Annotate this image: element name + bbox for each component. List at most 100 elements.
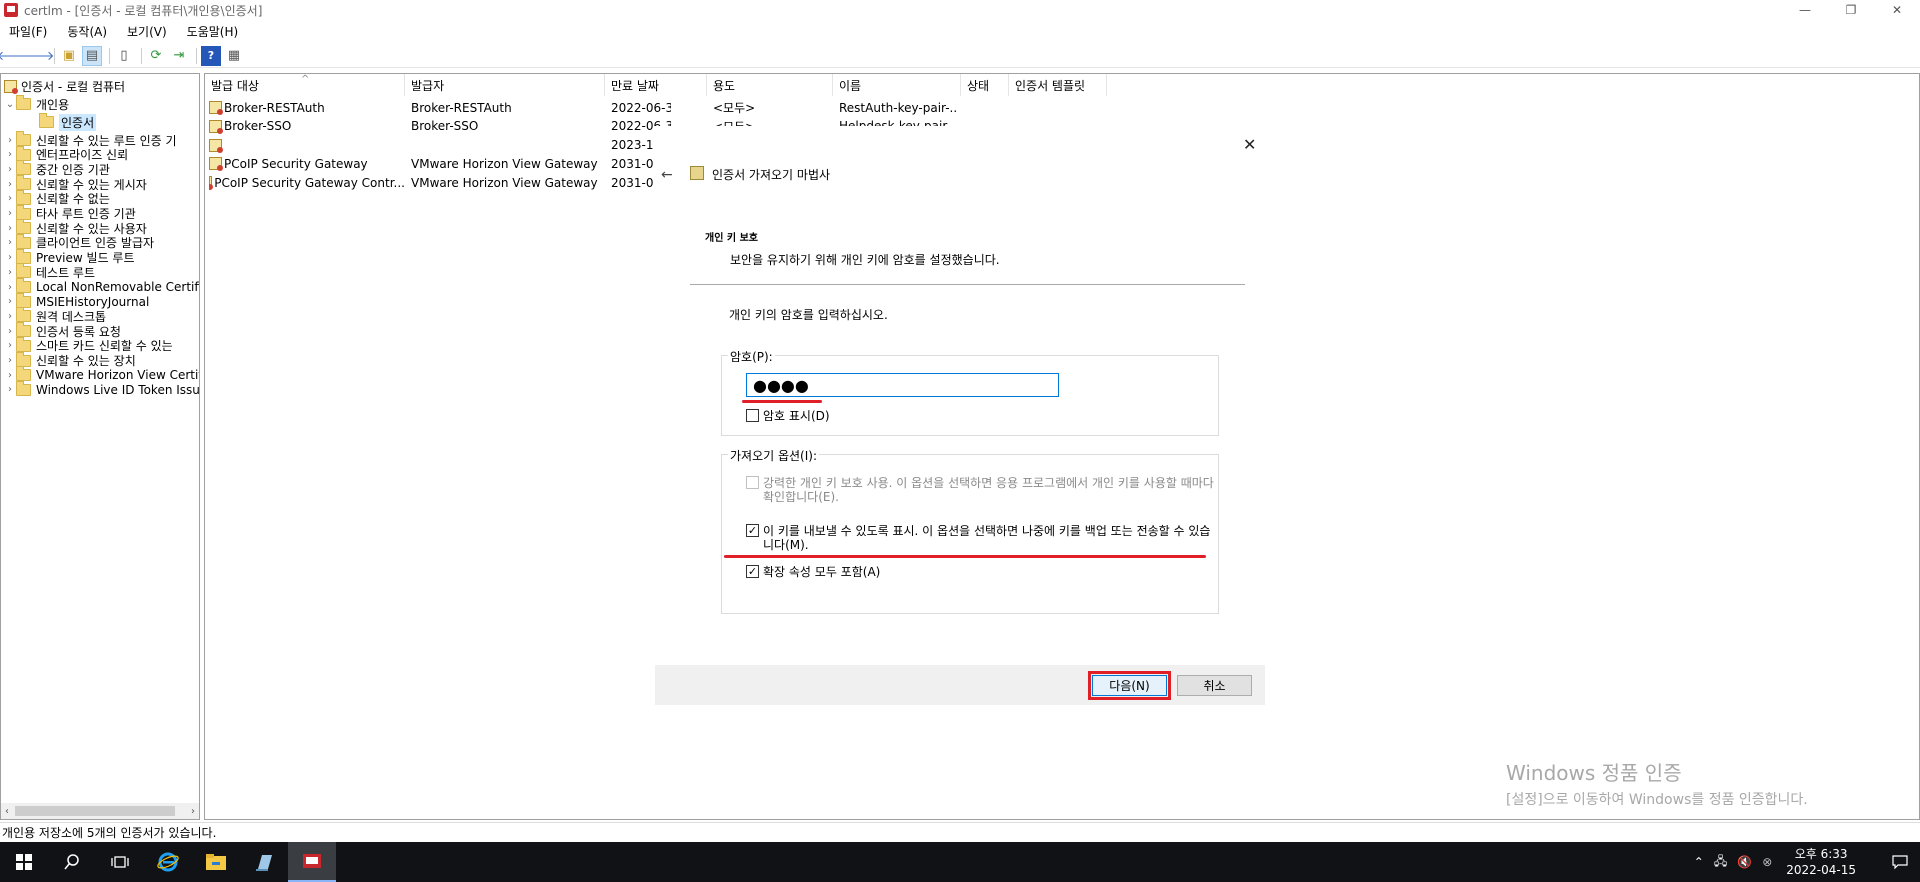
folder-icon [16, 219, 31, 235]
notification-error-icon[interactable]: ⊗ [1762, 855, 1772, 869]
cell-name: RestAuth-key-pair-... [839, 98, 957, 117]
next-button[interactable]: 다음(N) [1092, 675, 1167, 696]
cell-issuer: Broker-RESTAuth [411, 98, 601, 117]
certlm-taskbar-icon[interactable] [288, 842, 336, 882]
collapsed-chevron-icon[interactable]: › [4, 149, 16, 160]
collapsed-chevron-icon[interactable]: › [4, 282, 16, 293]
export-list-icon[interactable]: ⇥ [169, 46, 189, 66]
collapsed-chevron-icon[interactable]: › [4, 340, 16, 351]
column-expiration[interactable]: 만료 날짜 [605, 74, 707, 96]
cell-subject: Broker-RESTAuth [209, 98, 405, 117]
folder-icon [16, 351, 31, 367]
column-template[interactable]: 인증서 템플릿 [1009, 74, 1107, 96]
collapsed-chevron-icon[interactable]: › [4, 326, 16, 337]
tree-item-certificates[interactable]: 인증서 [27, 113, 97, 131]
scrollbar-thumb[interactable] [15, 806, 175, 816]
back-arrow-icon[interactable]: ← [661, 167, 673, 183]
checkbox-box[interactable]: ✓ [746, 524, 759, 537]
volume-muted-icon[interactable]: 🔇 [1737, 855, 1752, 869]
password-label: 암호(P): [728, 348, 775, 365]
status-bar: 개인용 저장소에 5개의 인증서가 있습니다. [0, 822, 1920, 842]
refresh-icon[interactable]: ⟳ [146, 46, 166, 66]
collapsed-chevron-icon[interactable]: › [4, 355, 16, 366]
menu-help[interactable]: 도움말(H) [184, 21, 242, 42]
exportable-key-checkbox[interactable]: ✓ 이 키를 내보낼 수 있도록 표시. 이 옵션을 선택하면 나중에 키를 백… [746, 524, 1214, 552]
show-action-pane-icon[interactable]: ▦ [224, 46, 244, 66]
toolbar-divider [141, 47, 142, 64]
checkbox-box[interactable] [746, 409, 759, 422]
minimize-button[interactable]: — [1782, 0, 1828, 20]
menu-view[interactable]: 보기(V) [124, 21, 170, 42]
show-password-checkbox[interactable]: 암호 표시(D) [746, 409, 830, 423]
collapsed-chevron-icon[interactable]: › [4, 237, 16, 248]
show-hidden-icons-chevron-icon[interactable]: ⌃ [1694, 855, 1704, 869]
cell-subject: Broker-SSO [209, 117, 405, 136]
collapsed-chevron-icon[interactable]: › [4, 311, 16, 322]
task-view-icon[interactable] [96, 842, 144, 882]
collapsed-chevron-icon[interactable]: › [4, 252, 16, 263]
network-icon[interactable]: 🖧 [1714, 852, 1727, 873]
password-input[interactable]: ●●●● [746, 373, 1059, 397]
collapsed-chevron-icon[interactable]: › [4, 384, 16, 395]
cancel-button[interactable]: 취소 [1177, 675, 1252, 696]
folder-icon [16, 175, 31, 191]
collapsed-chevron-icon[interactable]: › [4, 208, 16, 219]
table-row[interactable]: Broker-RESTAuth Broker-RESTAuth 2022-06-30… [205, 98, 1105, 117]
collapsed-chevron-icon[interactable]: › [4, 296, 16, 307]
annotation-underline [724, 555, 1206, 558]
search-icon[interactable] [48, 842, 96, 882]
cell-text: PCoIP Security Gateway [224, 156, 368, 171]
collapsed-chevron-icon[interactable]: › [4, 135, 16, 146]
collapsed-chevron-icon[interactable]: › [4, 370, 16, 381]
cell-text: 2031-0( [611, 156, 659, 171]
column-status[interactable]: 상태 [961, 74, 1009, 96]
menu-action[interactable]: 동작(A) [64, 21, 110, 42]
help-icon[interactable]: ? [201, 45, 221, 66]
taskbar-clock[interactable]: 오후 6:33 2022-04-15 [1786, 846, 1856, 878]
restore-button[interactable]: ❐ [1828, 0, 1874, 20]
start-windows-icon[interactable] [0, 842, 48, 882]
folder-icon [16, 380, 31, 396]
folder-open-icon [16, 95, 31, 110]
column-issued-by[interactable]: 발급자 [405, 74, 605, 96]
tree-item-personal[interactable]: ⌄ 개인용 [4, 95, 69, 113]
internet-explorer-icon[interactable] [144, 842, 192, 882]
cell-text: Broker-SSO [411, 119, 479, 134]
include-extended-properties-checkbox[interactable]: ✓ 확장 속성 모두 포함(A) [746, 565, 880, 579]
close-window-button[interactable]: ✕ [1874, 0, 1920, 20]
file-explorer-icon[interactable] [192, 842, 240, 882]
action-center-icon[interactable] [1880, 842, 1920, 882]
collapsed-chevron-icon[interactable]: › [4, 193, 16, 204]
forward-arrow-icon[interactable]: 🡒 [20, 46, 55, 66]
certificate-icon [209, 119, 223, 134]
tree-horizontal-scrollbar[interactable]: ‹ › [1, 803, 199, 819]
scroll-left-icon[interactable]: ‹ [5, 806, 9, 817]
column-friendly-name[interactable]: 이름 [833, 74, 961, 96]
folder-icon [16, 204, 31, 220]
menu-file[interactable]: 파일(F) [6, 21, 50, 42]
checkbox-box[interactable]: ✓ [746, 565, 759, 578]
tree-item-windows-live-id[interactable]: › Windows Live ID Token Issue [4, 380, 199, 399]
column-purposes[interactable]: 용도 [707, 74, 833, 96]
collapsed-chevron-icon[interactable]: › [4, 164, 16, 175]
strong-protection-checkbox[interactable]: 강력한 개인 키 보호 사용. 이 옵션을 선택하면 응용 프로그램에서 개인 … [746, 476, 1214, 504]
close-icon[interactable]: ✕ [1243, 135, 1256, 154]
properties-icon[interactable]: ▯ [114, 46, 134, 66]
import-options-label: 가져오기 옵션(I): [728, 447, 820, 464]
collapsed-chevron-icon[interactable]: › [4, 179, 16, 190]
show-tree-icon[interactable]: ▤ [82, 45, 102, 66]
expanded-chevron-icon[interactable]: ⌄ [4, 99, 16, 110]
collapsed-chevron-icon[interactable]: › [4, 267, 16, 278]
tree-root[interactable]: 인증서 - 로컬 컴퓨터 [4, 77, 125, 95]
password-group: 암호(P): ●●●● 암호 표시(D) [721, 348, 1219, 436]
up-folder-icon[interactable]: ▣ [59, 46, 79, 66]
cell-text: Broker-SSO [224, 119, 292, 134]
server-manager-icon[interactable] [240, 842, 288, 882]
section-description: 보안을 유지하기 위해 개인 키에 암호를 설정했습니다. [730, 253, 1000, 267]
collapsed-chevron-icon[interactable]: › [4, 223, 16, 234]
toolbar: 🡐 🡒 ▣ ▤ ▯ ⟳ ⇥ ? ▦ [0, 44, 1920, 68]
checkbox-box[interactable] [746, 476, 759, 489]
scroll-right-icon[interactable]: › [191, 806, 195, 817]
cell-issuer: VMware Horizon View Gateway ... [411, 173, 601, 192]
watermark-subtitle: [설정]으로 이동하여 Windows를 정품 인증합니다. [1506, 792, 1808, 808]
